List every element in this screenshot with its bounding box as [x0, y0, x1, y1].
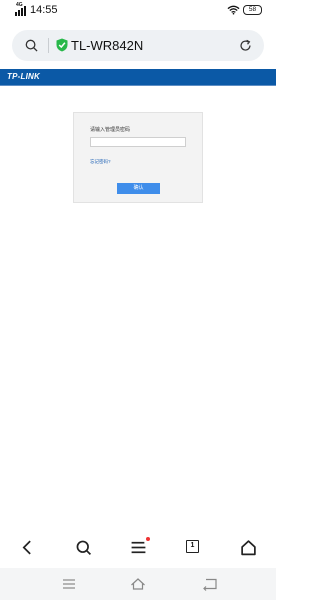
status-bar: 4G 14:55 58 — [0, 0, 276, 24]
signal-icon — [15, 6, 26, 16]
page-title[interactable]: TL-WR842N — [71, 38, 143, 54]
secure-shield-icon — [56, 38, 68, 52]
reload-icon[interactable] — [239, 39, 252, 52]
address-bar-divider — [48, 38, 49, 53]
tplink-logo: TP-LINK — [7, 72, 40, 81]
address-bar[interactable]: TL-WR842N — [12, 30, 264, 61]
password-label: 请输入管理员密码 — [90, 127, 131, 133]
back-icon[interactable] — [19, 539, 36, 556]
home-icon[interactable] — [130, 576, 146, 592]
recent-apps-icon[interactable] — [61, 576, 77, 592]
back-icon[interactable] — [202, 576, 218, 592]
wifi-icon — [227, 5, 240, 15]
notification-dot — [146, 537, 150, 541]
forgot-password-link[interactable]: 忘记密码? — [90, 159, 111, 165]
browser-toolbar: 1 — [0, 527, 276, 568]
confirm-button[interactable]: 确认 — [117, 183, 160, 194]
password-field[interactable] — [90, 137, 186, 147]
system-nav-bar — [0, 568, 276, 600]
battery-indicator: 58 — [243, 5, 262, 15]
menu-icon[interactable] — [130, 539, 147, 556]
login-panel: 请输入管理员密码 忘记密码? 确认 — [73, 112, 203, 203]
tabs-button[interactable]: 1 — [186, 540, 199, 553]
home-icon[interactable] — [240, 539, 257, 556]
status-time: 14:55 — [30, 4, 58, 16]
header-divider — [0, 85, 276, 86]
brand-header: TP-LINK — [0, 69, 276, 85]
search-icon[interactable] — [75, 539, 92, 556]
search-icon[interactable] — [25, 39, 38, 52]
